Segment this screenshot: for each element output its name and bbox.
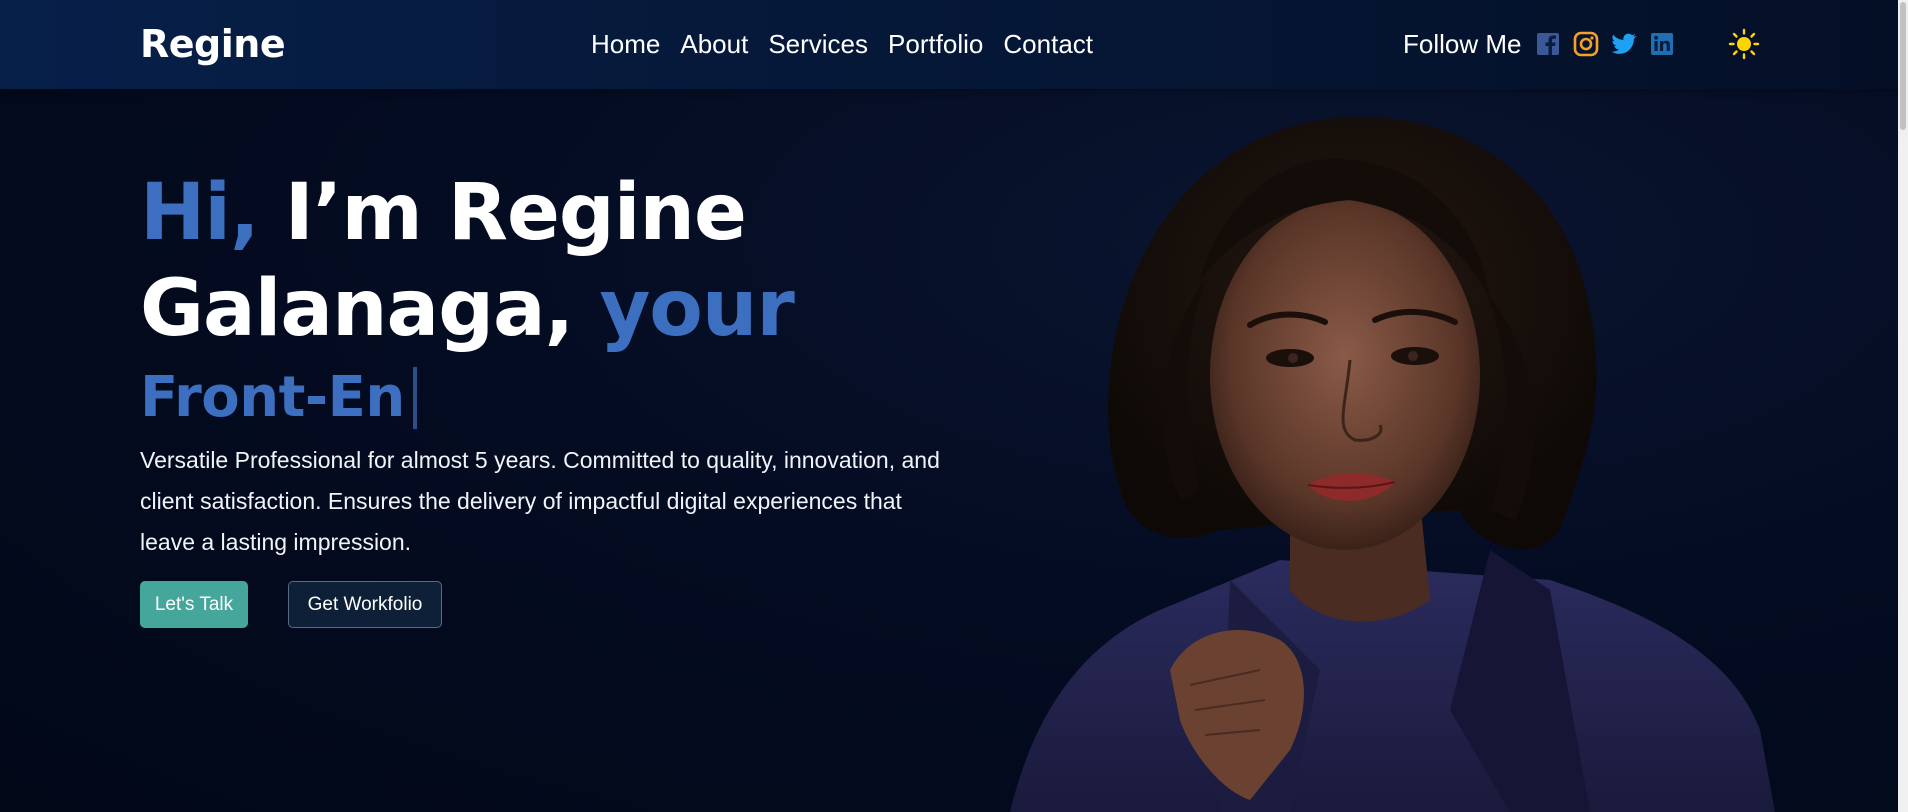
twitter-icon[interactable] [1611, 31, 1637, 57]
hero-title: Hi, I’m Regine Galanaga, your [140, 165, 860, 357]
brand-logo[interactable]: Regine [140, 20, 286, 68]
navbar: Regine Home About Services Portfolio Con… [0, 0, 1898, 89]
scrollbar-thumb[interactable] [1900, 2, 1906, 130]
hero-description: Versatile Professional for almost 5 year… [140, 447, 940, 555]
nav-link-home[interactable]: Home [591, 26, 660, 62]
sun-icon[interactable] [1728, 28, 1760, 60]
hero-title-your: your [573, 264, 794, 354]
nav-links: Home About Services Portfolio Contact [591, 26, 1093, 62]
linkedin-icon[interactable] [1649, 31, 1675, 57]
nav-link-portfolio[interactable]: Portfolio [888, 26, 983, 62]
lets-talk-button[interactable]: Let's Talk [140, 581, 248, 628]
typed-role-text: Front-En [140, 365, 405, 430]
typed-role: Front-En [140, 360, 417, 436]
follow-label: Follow Me [1403, 29, 1522, 59]
typing-cursor [412, 367, 417, 429]
social-links: Follow Me [1403, 26, 1675, 62]
profile-portrait [990, 110, 1780, 812]
nav-link-services[interactable]: Services [768, 26, 868, 62]
facebook-icon[interactable] [1535, 31, 1561, 57]
instagram-icon[interactable] [1573, 31, 1599, 57]
page: Regine Home About Services Portfolio Con… [0, 0, 1908, 812]
nav-link-about[interactable]: About [680, 26, 748, 62]
nav-link-contact[interactable]: Contact [1003, 26, 1093, 62]
hero-title-hi: Hi, [140, 168, 260, 258]
get-workfolio-button[interactable]: Get Workfolio [288, 581, 442, 628]
